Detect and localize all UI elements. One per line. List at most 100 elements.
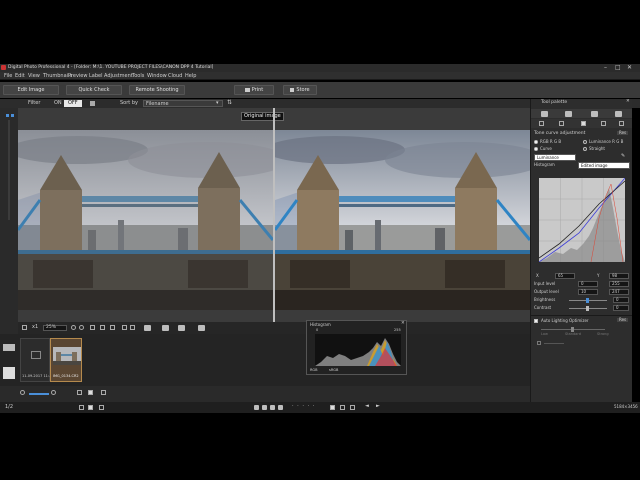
- menu-preview[interactable]: Preview: [68, 74, 87, 79]
- layout-icon[interactable]: [144, 325, 151, 331]
- nav-first-icon[interactable]: [254, 405, 259, 410]
- auto-lighting-slider[interactable]: [541, 327, 605, 332]
- histogram-select[interactable]: Edited image: [578, 162, 630, 169]
- rating-icon[interactable]: [330, 405, 335, 410]
- sort-direction-icon[interactable]: ⇅: [227, 100, 232, 106]
- nav-prev-icon[interactable]: [262, 405, 267, 410]
- folder-tree-handle[interactable]: [8, 120, 10, 220]
- contrast-slider[interactable]: [569, 306, 607, 311]
- view-mode-icon-1[interactable]: [77, 390, 82, 395]
- tone-curve-graph[interactable]: [539, 178, 625, 262]
- original-image[interactable]: [18, 130, 273, 310]
- remote-shooting-button[interactable]: Remote Shooting: [129, 85, 185, 95]
- contrast-slider-thumb[interactable]: [586, 306, 589, 311]
- menu-label[interactable]: Label: [89, 74, 103, 79]
- edit-image-button[interactable]: Edit Image: [3, 85, 59, 95]
- menu-window[interactable]: Window: [147, 74, 167, 79]
- eyedropper-icon[interactable]: ✎: [621, 154, 625, 159]
- tab-lens-icon[interactable]: [559, 121, 564, 126]
- tab-settings-icon[interactable]: [619, 121, 624, 126]
- nav-icon-4[interactable]: [278, 405, 283, 410]
- highlight-warning-icon[interactable]: [122, 325, 127, 330]
- menu-edit[interactable]: Edit: [15, 74, 25, 79]
- zoom-out-icon[interactable]: [79, 325, 84, 330]
- y-input[interactable]: 98: [609, 273, 629, 279]
- tab-color-icon[interactable]: [591, 111, 598, 117]
- sidebar-tool-icon-2[interactable]: [3, 367, 15, 379]
- radio-straight[interactable]: [583, 147, 587, 151]
- radio-curve[interactable]: [534, 147, 538, 151]
- output-level-max[interactable]: 247: [609, 289, 629, 295]
- view-mode-icon-2[interactable]: [88, 390, 93, 395]
- auto-lighting-reset-button[interactable]: Res: [617, 318, 629, 322]
- print-button[interactable]: Print: [234, 85, 274, 95]
- filter-off-button[interactable]: OFF: [64, 100, 82, 107]
- histogram-close-icon[interactable]: ✕: [401, 321, 405, 327]
- histogram-window[interactable]: Histogram ✕ 0 255 RGB sRGB: [306, 320, 407, 375]
- store-button[interactable]: Store: [283, 85, 317, 95]
- input-level-max[interactable]: 255: [609, 281, 629, 287]
- compare-divider[interactable]: [273, 108, 275, 322]
- sort-icon-2[interactable]: [88, 405, 93, 410]
- x-input[interactable]: 65: [555, 273, 575, 279]
- nav-prev-arrow-icon[interactable]: ◄: [365, 404, 369, 409]
- thumbnail-card[interactable]: IMG_0134.CR2: [50, 338, 82, 382]
- auto-lighting-option-checkbox[interactable]: [537, 341, 541, 345]
- maximize-icon[interactable]: □: [615, 65, 621, 71]
- menu-adjustment[interactable]: Adjustment: [104, 74, 133, 79]
- check-icon-1[interactable]: [340, 405, 345, 410]
- contrast-input[interactable]: 0: [613, 305, 629, 311]
- menu-cloud[interactable]: Cloud: [168, 74, 182, 79]
- radio-rgb[interactable]: [534, 140, 538, 144]
- brightness-slider-thumb[interactable]: [586, 298, 589, 303]
- tab-tone-curve-icon[interactable]: [581, 121, 586, 126]
- compare-icon[interactable]: [162, 325, 169, 331]
- check-icon-2[interactable]: [350, 405, 355, 410]
- tab-basic-icon[interactable]: [541, 111, 548, 117]
- menu-help[interactable]: Help: [185, 74, 196, 79]
- af-point-icon[interactable]: [90, 325, 95, 330]
- close-icon[interactable]: ✕: [627, 65, 632, 71]
- brightness-input[interactable]: 0: [613, 297, 629, 303]
- pin-icon[interactable]: [6, 114, 9, 117]
- sort-icon-3[interactable]: [99, 405, 104, 410]
- rotate-left-icon[interactable]: [20, 390, 25, 395]
- sort-icon-1[interactable]: [79, 405, 84, 410]
- filter-on-button[interactable]: ON: [51, 101, 65, 106]
- channel-select[interactable]: Luminance: [534, 154, 576, 161]
- fit-icon[interactable]: [22, 325, 27, 330]
- auto-lighting-checkbox[interactable]: [534, 319, 538, 323]
- tab-detail-icon[interactable]: [615, 111, 622, 117]
- sidebar-tool-icon-1[interactable]: [3, 344, 15, 351]
- info-icon[interactable]: [110, 325, 115, 330]
- edited-image[interactable]: [275, 130, 530, 310]
- brightness-slider[interactable]: [569, 298, 607, 303]
- sort-select[interactable]: Filename ▾: [143, 100, 223, 107]
- menu-file[interactable]: File: [4, 74, 12, 79]
- thumbnail-card-placeholder[interactable]: 11-09-2017 11:...: [20, 338, 52, 382]
- pin-icon-2[interactable]: [11, 114, 14, 117]
- output-level-min[interactable]: 10: [578, 289, 598, 295]
- grid-icon[interactable]: [100, 325, 105, 330]
- palette-close-icon[interactable]: ✕: [626, 99, 630, 105]
- nav-icon-3[interactable]: [270, 405, 275, 410]
- tab-tone-icon[interactable]: [565, 111, 572, 117]
- quick-check-button[interactable]: Quick Check: [66, 85, 122, 95]
- zoom-select[interactable]: 25%: [43, 325, 67, 331]
- radio-luminance[interactable]: [583, 140, 587, 144]
- zoom-in-icon[interactable]: [71, 325, 76, 330]
- input-level-min[interactable]: 0: [578, 281, 598, 287]
- filter-settings-icon[interactable]: [90, 101, 95, 106]
- zoom-1x-button[interactable]: x1: [32, 325, 38, 330]
- menu-tools[interactable]: Tools: [132, 74, 144, 79]
- minimize-icon[interactable]: –: [604, 65, 607, 71]
- tab-nr-icon[interactable]: [601, 121, 606, 126]
- tone-curve-reset-button[interactable]: Res: [617, 131, 629, 135]
- thumbnail-size-slider[interactable]: [29, 393, 49, 395]
- view-mode-icon-3[interactable]: [101, 390, 106, 395]
- rotate-icon[interactable]: [178, 325, 185, 331]
- shadow-warning-icon[interactable]: [130, 325, 135, 330]
- nav-next-arrow-icon[interactable]: ►: [376, 404, 380, 409]
- rotate-right-icon[interactable]: [51, 390, 56, 395]
- split-view-icon[interactable]: [198, 325, 205, 331]
